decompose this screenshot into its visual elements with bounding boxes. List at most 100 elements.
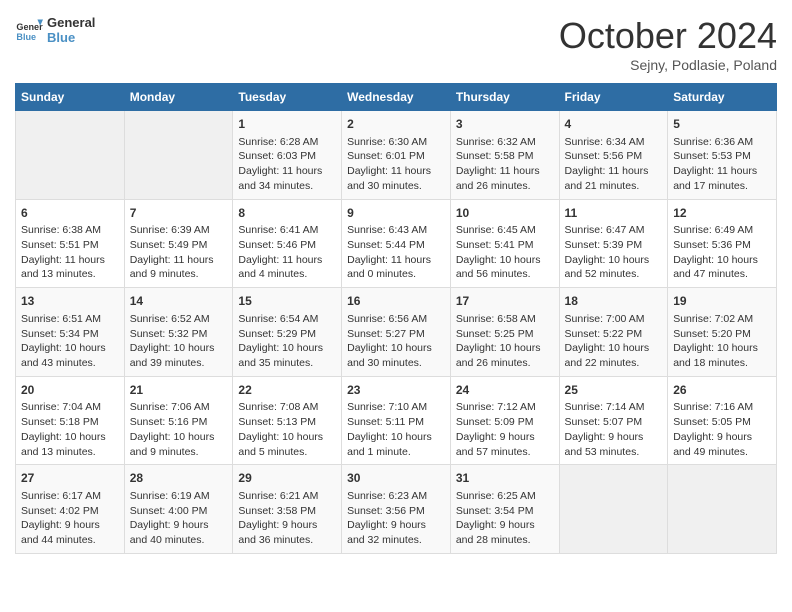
calendar-cell: 18 Sunrise: 7:00 AM Sunset: 5:22 PM Dayli…	[559, 288, 668, 377]
page-header: General Blue General Blue October 2024 S…	[15, 15, 777, 73]
title-block: October 2024 Sejny, Podlasie, Poland	[559, 15, 777, 73]
calendar-cell: 27 Sunrise: 6:17 AM Sunset: 4:02 PM Dayli…	[16, 465, 125, 554]
day-number: 21	[130, 382, 228, 399]
day-number: 24	[456, 382, 554, 399]
header-row: SundayMondayTuesdayWednesdayThursdayFrid…	[16, 84, 777, 111]
day-number: 29	[238, 470, 336, 487]
day-number: 2	[347, 116, 445, 133]
calendar-table: SundayMondayTuesdayWednesdayThursdayFrid…	[15, 83, 777, 554]
day-info: Sunrise: 6:17 AM Sunset: 4:02 PM Dayligh…	[21, 489, 119, 548]
day-number: 20	[21, 382, 119, 399]
calendar-cell: 16 Sunrise: 6:56 AM Sunset: 5:27 PM Dayli…	[342, 288, 451, 377]
day-number: 10	[456, 205, 554, 222]
calendar-cell	[559, 465, 668, 554]
calendar-cell: 9Sunrise: 6:43 AM Sunset: 5:44 PM Daylig…	[342, 199, 451, 288]
header-day-tuesday: Tuesday	[233, 84, 342, 111]
day-info: Sunrise: 6:54 AM Sunset: 5:29 PM Dayligh…	[238, 312, 336, 371]
calendar-cell	[124, 111, 233, 200]
calendar-cell: 10Sunrise: 6:45 AM Sunset: 5:41 PM Dayli…	[450, 199, 559, 288]
day-info: Sunrise: 7:02 AM Sunset: 5:20 PM Dayligh…	[673, 312, 771, 371]
day-info: Sunrise: 6:49 AM Sunset: 5:36 PM Dayligh…	[673, 223, 771, 282]
day-info: Sunrise: 7:00 AM Sunset: 5:22 PM Dayligh…	[565, 312, 663, 371]
calendar-cell	[668, 465, 777, 554]
day-info: Sunrise: 6:45 AM Sunset: 5:41 PM Dayligh…	[456, 223, 554, 282]
logo-line1: General	[47, 15, 95, 30]
calendar-cell: 13 Sunrise: 6:51 AM Sunset: 5:34 PM Dayli…	[16, 288, 125, 377]
calendar-cell: 6Sunrise: 6:38 AM Sunset: 5:51 PM Daylig…	[16, 199, 125, 288]
logo-icon: General Blue	[15, 16, 43, 44]
calendar-cell	[16, 111, 125, 200]
day-number: 17	[456, 293, 554, 310]
day-info: Sunrise: 7:04 AM Sunset: 5:18 PM Dayligh…	[21, 400, 119, 459]
calendar-cell: 28Sunrise: 6:19 AM Sunset: 4:00 PM Dayli…	[124, 465, 233, 554]
day-info: Sunrise: 7:06 AM Sunset: 5:16 PM Dayligh…	[130, 400, 228, 459]
calendar-cell: 23Sunrise: 7:10 AM Sunset: 5:11 PM Dayli…	[342, 376, 451, 465]
day-info: Sunrise: 6:21 AM Sunset: 3:58 PM Dayligh…	[238, 489, 336, 548]
calendar-cell: 3 Sunrise: 6:32 AM Sunset: 5:58 PM Daylig…	[450, 111, 559, 200]
day-number: 4	[565, 116, 663, 133]
day-info: Sunrise: 7:12 AM Sunset: 5:09 PM Dayligh…	[456, 400, 554, 459]
header-day-monday: Monday	[124, 84, 233, 111]
month-title: October 2024	[559, 15, 777, 57]
header-day-wednesday: Wednesday	[342, 84, 451, 111]
day-info: Sunrise: 6:32 AM Sunset: 5:58 PM Dayligh…	[456, 135, 554, 194]
calendar-cell: 5 Sunrise: 6:36 AM Sunset: 5:53 PM Daylig…	[668, 111, 777, 200]
calendar-cell: 8Sunrise: 6:41 AM Sunset: 5:46 PM Daylig…	[233, 199, 342, 288]
calendar-cell: 19 Sunrise: 7:02 AM Sunset: 5:20 PM Dayli…	[668, 288, 777, 377]
calendar-cell: 7Sunrise: 6:39 AM Sunset: 5:49 PM Daylig…	[124, 199, 233, 288]
day-number: 19	[673, 293, 771, 310]
location-subtitle: Sejny, Podlasie, Poland	[559, 57, 777, 73]
day-number: 18	[565, 293, 663, 310]
day-info: Sunrise: 7:14 AM Sunset: 5:07 PM Dayligh…	[565, 400, 663, 459]
day-info: Sunrise: 6:39 AM Sunset: 5:49 PM Dayligh…	[130, 223, 228, 282]
day-number: 25	[565, 382, 663, 399]
calendar-cell: 4Sunrise: 6:34 AM Sunset: 5:56 PM Daylig…	[559, 111, 668, 200]
day-number: 9	[347, 205, 445, 222]
logo: General Blue General Blue	[15, 15, 95, 45]
day-number: 28	[130, 470, 228, 487]
day-info: Sunrise: 6:51 AM Sunset: 5:34 PM Dayligh…	[21, 312, 119, 371]
day-number: 11	[565, 205, 663, 222]
day-info: Sunrise: 6:56 AM Sunset: 5:27 PM Dayligh…	[347, 312, 445, 371]
day-number: 26	[673, 382, 771, 399]
logo-line2: Blue	[47, 30, 95, 45]
header-day-saturday: Saturday	[668, 84, 777, 111]
day-number: 7	[130, 205, 228, 222]
day-number: 13	[21, 293, 119, 310]
header-day-friday: Friday	[559, 84, 668, 111]
svg-text:General: General	[16, 22, 43, 32]
calendar-cell: 1Sunrise: 6:28 AM Sunset: 6:03 PM Daylig…	[233, 111, 342, 200]
day-info: Sunrise: 7:10 AM Sunset: 5:11 PM Dayligh…	[347, 400, 445, 459]
day-info: Sunrise: 6:28 AM Sunset: 6:03 PM Dayligh…	[238, 135, 336, 194]
week-row-1: 1Sunrise: 6:28 AM Sunset: 6:03 PM Daylig…	[16, 111, 777, 200]
day-info: Sunrise: 6:52 AM Sunset: 5:32 PM Dayligh…	[130, 312, 228, 371]
day-info: Sunrise: 6:23 AM Sunset: 3:56 PM Dayligh…	[347, 489, 445, 548]
day-info: Sunrise: 6:36 AM Sunset: 5:53 PM Dayligh…	[673, 135, 771, 194]
day-number: 6	[21, 205, 119, 222]
day-info: Sunrise: 7:16 AM Sunset: 5:05 PM Dayligh…	[673, 400, 771, 459]
header-day-sunday: Sunday	[16, 84, 125, 111]
week-row-2: 6Sunrise: 6:38 AM Sunset: 5:51 PM Daylig…	[16, 199, 777, 288]
day-number: 31	[456, 470, 554, 487]
day-number: 30	[347, 470, 445, 487]
day-info: Sunrise: 6:43 AM Sunset: 5:44 PM Dayligh…	[347, 223, 445, 282]
calendar-cell: 17 Sunrise: 6:58 AM Sunset: 5:25 PM Dayli…	[450, 288, 559, 377]
day-info: Sunrise: 7:08 AM Sunset: 5:13 PM Dayligh…	[238, 400, 336, 459]
calendar-cell: 11Sunrise: 6:47 AM Sunset: 5:39 PM Dayli…	[559, 199, 668, 288]
day-number: 12	[673, 205, 771, 222]
calendar-cell: 31Sunrise: 6:25 AM Sunset: 3:54 PM Dayli…	[450, 465, 559, 554]
calendar-cell: 24Sunrise: 7:12 AM Sunset: 5:09 PM Dayli…	[450, 376, 559, 465]
calendar-cell: 21Sunrise: 7:06 AM Sunset: 5:16 PM Dayli…	[124, 376, 233, 465]
day-number: 3	[456, 116, 554, 133]
week-row-3: 13 Sunrise: 6:51 AM Sunset: 5:34 PM Dayli…	[16, 288, 777, 377]
day-number: 14	[130, 293, 228, 310]
week-row-4: 20Sunrise: 7:04 AM Sunset: 5:18 PM Dayli…	[16, 376, 777, 465]
calendar-cell: 30 Sunrise: 6:23 AM Sunset: 3:56 PM Dayli…	[342, 465, 451, 554]
day-number: 5	[673, 116, 771, 133]
day-number: 15	[238, 293, 336, 310]
header-day-thursday: Thursday	[450, 84, 559, 111]
calendar-cell: 15 Sunrise: 6:54 AM Sunset: 5:29 PM Dayli…	[233, 288, 342, 377]
day-number: 16	[347, 293, 445, 310]
day-info: Sunrise: 6:58 AM Sunset: 5:25 PM Dayligh…	[456, 312, 554, 371]
day-number: 27	[21, 470, 119, 487]
